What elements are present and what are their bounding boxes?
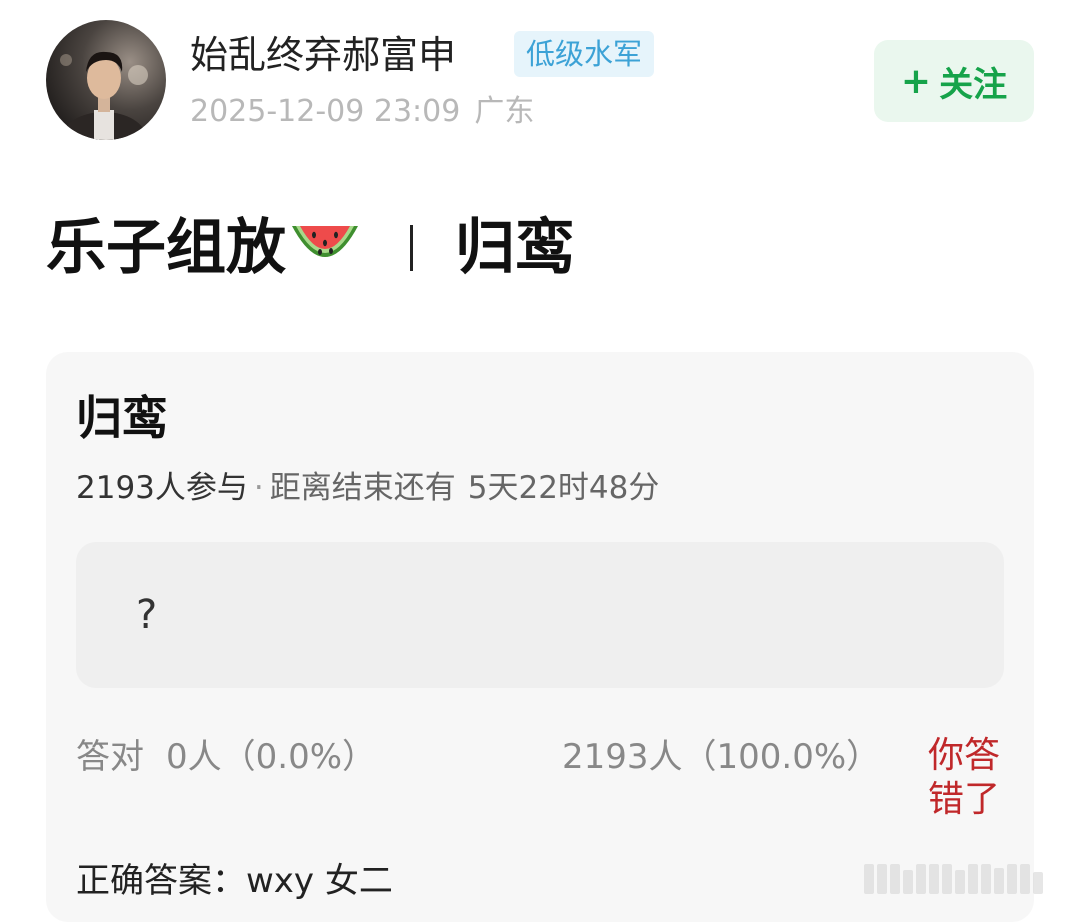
meta-dot: · xyxy=(253,470,264,506)
post-title-right: 归鸾 xyxy=(455,213,575,283)
wrong-answer-tag: 你答 错了 xyxy=(928,734,1008,822)
wrong-stat: 2193人（100.0%） xyxy=(562,737,881,777)
username[interactable]: 始乱终弃郝富申 xyxy=(190,30,456,80)
plus-icon: + xyxy=(900,60,932,102)
post-title: 乐子组放 归鸾 xyxy=(46,210,575,286)
post-title-left: 乐子组放 xyxy=(46,213,286,283)
time-remaining-label: 距离结束还有 xyxy=(269,470,456,506)
wrong-tag-line2: 错了 xyxy=(928,779,1001,820)
time-remaining: 距离结束还有 5天22时48分 xyxy=(270,470,660,506)
question-box[interactable] xyxy=(76,542,1004,688)
post-timestamp: 2025-12-09 23:09 xyxy=(190,94,461,129)
watermelon-icon xyxy=(292,226,358,257)
correct-value: 0人（0.0%） xyxy=(166,737,377,777)
quiz-title: 归鸾 xyxy=(76,391,168,445)
question-text: ? xyxy=(136,592,158,638)
avatar[interactable] xyxy=(46,20,166,140)
correct-label: 答对 xyxy=(76,737,144,777)
wrong-tag-line1: 你答 xyxy=(928,735,1001,776)
post-location: 广东 xyxy=(474,94,535,129)
title-separator xyxy=(410,225,413,271)
follow-button[interactable]: + 关注 xyxy=(874,40,1034,122)
correct-stat: 答对 0人（0.0%） xyxy=(76,734,376,780)
participant-count: 2193人参与 xyxy=(76,470,248,506)
follow-label: 关注 xyxy=(939,64,1008,105)
quiz-meta: 2193人参与 · 距离结束还有 5天22时48分 xyxy=(76,466,659,510)
correct-answer: 正确答案：wxy 女二 xyxy=(76,861,393,901)
time-remaining-value: 5天22时48分 xyxy=(467,470,660,506)
watermark-icon xyxy=(864,864,1043,894)
post-meta: 2025-12-09 23:09 广东 xyxy=(190,92,534,132)
user-level-badge: 低级水军 xyxy=(514,31,655,77)
